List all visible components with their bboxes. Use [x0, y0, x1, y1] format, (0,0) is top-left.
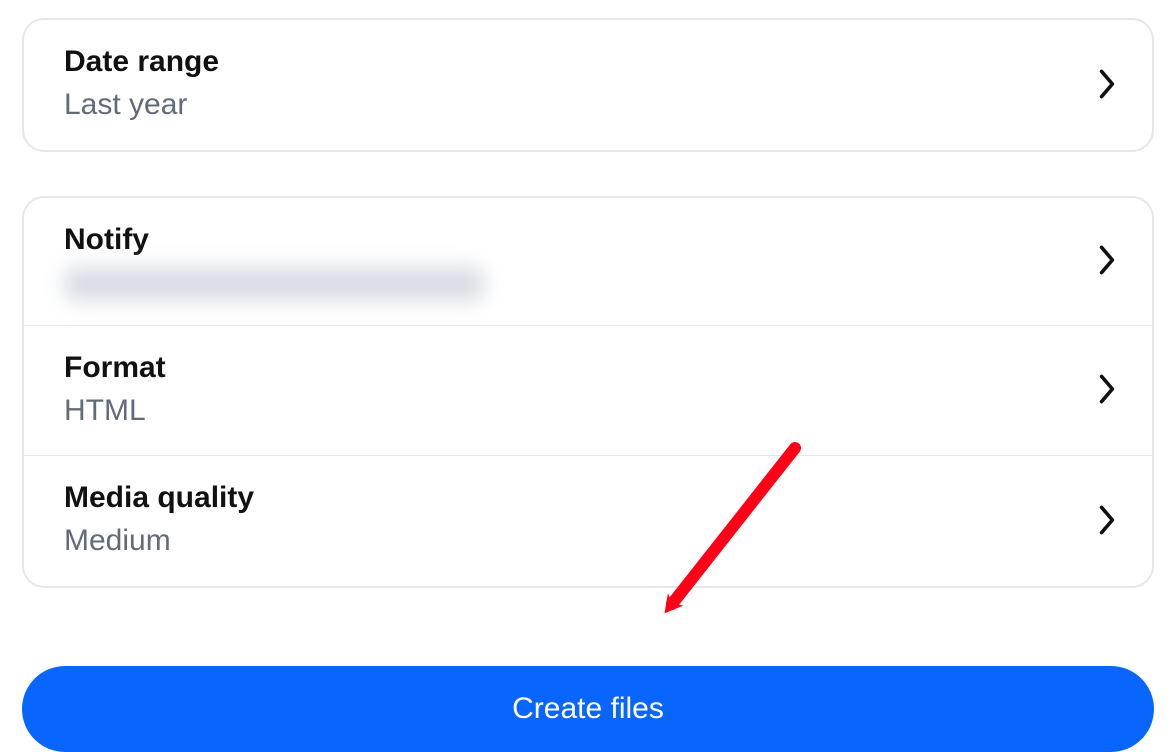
- row-format-labels: Format HTML: [64, 348, 166, 432]
- settings-card-2: Notify Format HTML Media quality Medium: [22, 196, 1154, 588]
- create-files-button[interactable]: Create files: [22, 666, 1154, 752]
- notify-title: Notify: [64, 220, 484, 259]
- media-quality-value: Medium: [64, 521, 254, 562]
- row-format[interactable]: Format HTML: [24, 325, 1152, 456]
- row-notify[interactable]: Notify: [24, 198, 1152, 325]
- media-quality-title: Media quality: [64, 478, 254, 517]
- settings-card-1: Date range Last year: [22, 18, 1154, 152]
- chevron-right-icon: [1096, 242, 1118, 278]
- row-date-range-labels: Date range Last year: [64, 42, 219, 126]
- date-range-value: Last year: [64, 85, 219, 126]
- format-title: Format: [64, 348, 166, 387]
- chevron-right-icon: [1096, 502, 1118, 538]
- row-notify-labels: Notify: [64, 220, 484, 301]
- row-date-range[interactable]: Date range Last year: [24, 20, 1152, 150]
- chevron-right-icon: [1096, 371, 1118, 407]
- notify-value-redacted: [64, 267, 484, 301]
- chevron-right-icon: [1096, 66, 1118, 102]
- row-media-quality-labels: Media quality Medium: [64, 478, 254, 562]
- format-value: HTML: [64, 391, 166, 432]
- date-range-title: Date range: [64, 42, 219, 81]
- row-media-quality[interactable]: Media quality Medium: [24, 455, 1152, 586]
